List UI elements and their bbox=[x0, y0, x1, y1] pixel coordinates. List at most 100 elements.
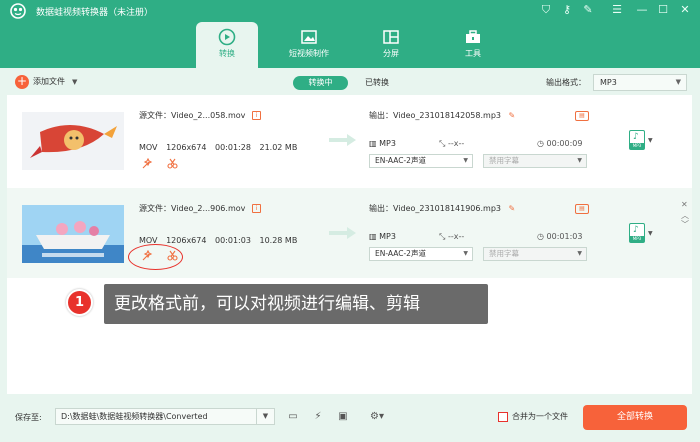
wrench-icon[interactable]: ✎ bbox=[581, 3, 595, 17]
tab-convert[interactable]: 转换 bbox=[196, 22, 258, 68]
settings-gear-icon[interactable]: ⚙▾ bbox=[362, 409, 392, 424]
output-format-text: MP3 bbox=[379, 139, 396, 148]
tab-tools-label: 工具 bbox=[465, 49, 481, 58]
file-list: 源文件：Video_2...058.mov i MOV 1206x674 00:… bbox=[7, 95, 692, 394]
output-resolution: ⤡ --x-- bbox=[439, 232, 465, 241]
tab-converting[interactable]: 转换中 bbox=[293, 76, 348, 90]
key-icon[interactable]: ⚷ bbox=[560, 3, 574, 17]
source-size: 10.28 MB bbox=[259, 236, 298, 245]
output-duration-text: 00:01:03 bbox=[546, 232, 583, 241]
output-file-name: 输出：Video_231018142058.mp3 bbox=[369, 111, 501, 120]
subtitle-select[interactable]: 禁用字幕 ▼ bbox=[483, 154, 587, 168]
source-meta: MOV 1206x674 00:01:28 21.02 MB bbox=[139, 143, 303, 152]
source-format: MOV bbox=[139, 143, 158, 152]
source-duration: 00:01:03 bbox=[215, 236, 251, 245]
output-format-label: 输出格式： bbox=[546, 78, 586, 87]
hardware-accel-off-icon[interactable]: ⚡ bbox=[310, 409, 326, 424]
output-duration: ◷ 00:00:09 bbox=[537, 139, 583, 148]
source-file-name: 源文件：Video_2...906.mov bbox=[139, 204, 246, 213]
tab-converted[interactable]: 已转换 bbox=[365, 76, 389, 90]
magic-edit-icon[interactable] bbox=[142, 158, 153, 169]
open-folder-icon[interactable]: ▭ bbox=[285, 409, 301, 424]
output-resolution: ⤡ --x-- bbox=[439, 139, 465, 148]
source-file: 源文件：Video_2...906.mov i bbox=[139, 203, 261, 214]
footer-bar: 保存至: D:\数据蛙\数据蛙视频转换器\Converted ▼ ▭ ⚡ ▣ ⚙… bbox=[0, 400, 700, 442]
chevron-down-icon[interactable]: ▼ bbox=[648, 230, 653, 237]
convert-all-button[interactable]: 全部转换 bbox=[583, 405, 687, 430]
merge-option[interactable]: 合并为一个文件 bbox=[498, 411, 568, 422]
step-number-badge: 1 bbox=[66, 289, 93, 316]
tab-shortvideo-label: 短视频制作 bbox=[289, 49, 329, 58]
highlight-ring bbox=[128, 244, 183, 270]
chevron-down-icon: ▼ bbox=[675, 78, 681, 86]
scissors-icon[interactable] bbox=[167, 158, 178, 169]
chevron-down-icon: ▼ bbox=[577, 157, 582, 164]
save-path-value: D:\数据蛙\数据蛙视频转换器\Converted bbox=[61, 412, 208, 421]
minimize-icon[interactable]: — bbox=[635, 3, 649, 17]
output-format-value: MP3 bbox=[600, 78, 617, 87]
source-duration: 00:01:28 bbox=[215, 143, 251, 152]
source-file-name: 源文件：Video_2...058.mov bbox=[139, 111, 246, 120]
tab-convert-label: 转换 bbox=[219, 49, 235, 58]
toolbox-icon bbox=[466, 30, 480, 43]
audio-track-value: EN-AAC-2声道 bbox=[375, 156, 426, 165]
output-resolution-text: --x-- bbox=[447, 139, 465, 148]
chevron-down-icon: ▼ bbox=[463, 157, 468, 164]
tab-tools[interactable]: 工具 bbox=[442, 22, 504, 68]
arrow-right-icon bbox=[329, 227, 356, 239]
video-thumbnail[interactable] bbox=[22, 205, 124, 263]
chevron-down-icon[interactable]: ▼ bbox=[648, 137, 653, 144]
edit-tools bbox=[142, 158, 178, 169]
gpu-off-icon[interactable]: ▣ bbox=[335, 409, 351, 424]
tab-splitscreen[interactable]: 分屏 bbox=[360, 22, 422, 68]
merge-label: 合并为一个文件 bbox=[512, 412, 568, 421]
tab-splitscreen-label: 分屏 bbox=[383, 49, 399, 58]
output-format: ▥ MP3 bbox=[369, 232, 396, 241]
subtitle-value: 禁用字幕 bbox=[489, 249, 519, 258]
plus-icon: + bbox=[15, 73, 29, 89]
move-down-icon[interactable]: ﹀ bbox=[681, 219, 689, 230]
info-icon[interactable]: i bbox=[251, 204, 261, 213]
output-duration: ◷ 00:01:03 bbox=[537, 232, 583, 241]
chevron-down-icon[interactable]: ▼ bbox=[256, 409, 274, 424]
app-logo-icon bbox=[10, 3, 26, 19]
rename-pen-icon[interactable]: ✎ bbox=[509, 111, 516, 120]
file-row: 源文件：Video_2...906.mov i MOV 1206x674 00:… bbox=[7, 188, 692, 278]
output-format-text: MP3 bbox=[379, 232, 396, 241]
output-settings-icon[interactable]: ▤ bbox=[575, 204, 589, 214]
chevron-down-icon[interactable]: ▼ bbox=[72, 78, 77, 86]
save-path-field[interactable]: D:\数据蛙\数据蛙视频转换器\Converted ▼ bbox=[55, 408, 275, 425]
save-to-label: 保存至: bbox=[15, 413, 42, 422]
source-file: 源文件：Video_2...058.mov i bbox=[139, 110, 261, 121]
output-format-select[interactable]: MP3 ▼ bbox=[593, 74, 687, 91]
video-thumbnail[interactable] bbox=[22, 112, 124, 170]
audio-track-select[interactable]: EN-AAC-2声道 ▼ bbox=[369, 154, 473, 168]
source-resolution: 1206x674 bbox=[166, 236, 207, 245]
info-icon[interactable]: i bbox=[251, 111, 261, 120]
format-badge[interactable]: ♪ MP3 bbox=[629, 130, 645, 150]
close-icon[interactable]: ✕ bbox=[678, 3, 692, 17]
output-format: ▥ MP3 bbox=[369, 139, 396, 148]
output-file: 输出：Video_231018142058.mp3 ✎ bbox=[369, 110, 515, 121]
file-row: 源文件：Video_2...058.mov i MOV 1206x674 00:… bbox=[7, 95, 692, 185]
merge-checkbox[interactable] bbox=[498, 411, 508, 422]
music-note-icon: ♪ bbox=[633, 225, 639, 235]
add-file-button[interactable]: + 添加文件 ▼ bbox=[15, 74, 77, 89]
output-settings-icon[interactable]: ▤ bbox=[575, 111, 589, 121]
menu-icon[interactable]: ☰ bbox=[610, 3, 624, 17]
music-note-icon: ♪ bbox=[633, 132, 639, 142]
subtitle-select[interactable]: 禁用字幕 ▼ bbox=[483, 247, 587, 261]
output-file: 输出：Video_231018141906.mp3 ✎ bbox=[369, 203, 515, 214]
source-size: 21.02 MB bbox=[259, 143, 298, 152]
tab-shortvideo[interactable]: 短视频制作 bbox=[278, 22, 340, 68]
shortvideo-icon bbox=[301, 30, 317, 44]
format-badge[interactable]: ♪ MP3 bbox=[629, 223, 645, 243]
cart-icon[interactable]: ⛉ bbox=[539, 3, 553, 17]
close-row-icon[interactable]: ✕ bbox=[681, 200, 688, 209]
format-badge-label: MP3 bbox=[630, 236, 644, 242]
maximize-icon[interactable]: ☐ bbox=[656, 3, 670, 17]
rename-pen-icon[interactable]: ✎ bbox=[509, 204, 516, 213]
audio-track-select[interactable]: EN-AAC-2声道 ▼ bbox=[369, 247, 473, 261]
output-resolution-text: --x-- bbox=[447, 232, 465, 241]
splitscreen-icon bbox=[383, 30, 399, 44]
